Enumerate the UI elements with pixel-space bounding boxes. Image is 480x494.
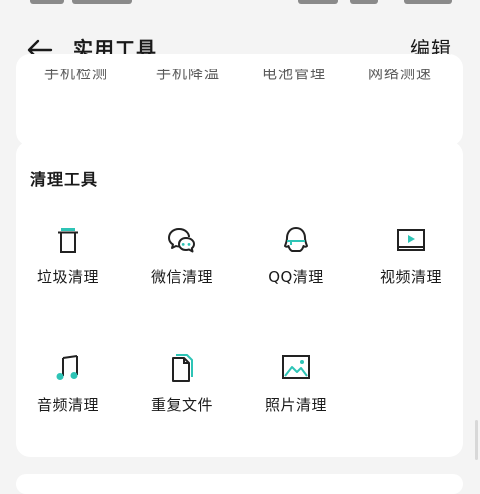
tool-video-clean[interactable]: 视频清理 — [361, 225, 461, 301]
tool-label-battery[interactable]: 电池管理 — [262, 69, 332, 85]
qq-icon — [284, 227, 308, 252]
tool-qq-clean[interactable]: QQ清理 — [246, 225, 346, 301]
tool-label: 重复文件 — [150, 396, 213, 414]
tool-label: 视频清理 — [379, 268, 442, 286]
photo-icon — [282, 355, 310, 379]
tool-audio-clean[interactable]: 音频清理 — [18, 353, 118, 429]
tool-label: 微信清理 — [150, 268, 213, 286]
trash-icon — [58, 228, 78, 253]
battery-icon — [404, 0, 452, 4]
scrollbar[interactable] — [475, 420, 478, 460]
status-bar — [0, 0, 480, 14]
tool-label-network[interactable]: 网络测速 — [368, 69, 438, 85]
tool-label-phone-check[interactable]: 手机检测 — [44, 69, 114, 85]
tool-wechat-clean[interactable]: 微信清理 — [132, 225, 232, 301]
tool-label: 音频清理 — [36, 396, 99, 414]
tool-label-phone-cooling[interactable]: 手机降温 — [156, 69, 226, 85]
duplicate-file-icon — [172, 354, 193, 382]
clean-tools-card: 清理工具 垃圾清理 微信清理 QQ清理 视频清理 音频清理 重复文件 照片清理 — [16, 141, 463, 457]
signal-icon — [30, 0, 64, 4]
tool-label: 垃圾清理 — [36, 268, 99, 286]
device-tools-card: 手机检测 手机降温 电池管理 网络测速 — [16, 54, 463, 146]
next-section-card — [16, 474, 463, 494]
section-title: 清理工具 — [30, 170, 99, 189]
tool-trash-clean[interactable]: 垃圾清理 — [18, 225, 118, 301]
tool-duplicate-files[interactable]: 重复文件 — [132, 353, 232, 429]
music-icon — [56, 355, 78, 380]
tool-label: QQ清理 — [268, 268, 324, 286]
video-icon — [397, 229, 425, 251]
tool-photo-clean[interactable]: 照片清理 — [246, 353, 346, 429]
tool-label: 照片清理 — [264, 396, 327, 414]
time-text — [72, 0, 132, 4]
wechat-icon — [168, 228, 195, 253]
status-icon — [298, 0, 338, 4]
network-icon — [350, 0, 378, 4]
